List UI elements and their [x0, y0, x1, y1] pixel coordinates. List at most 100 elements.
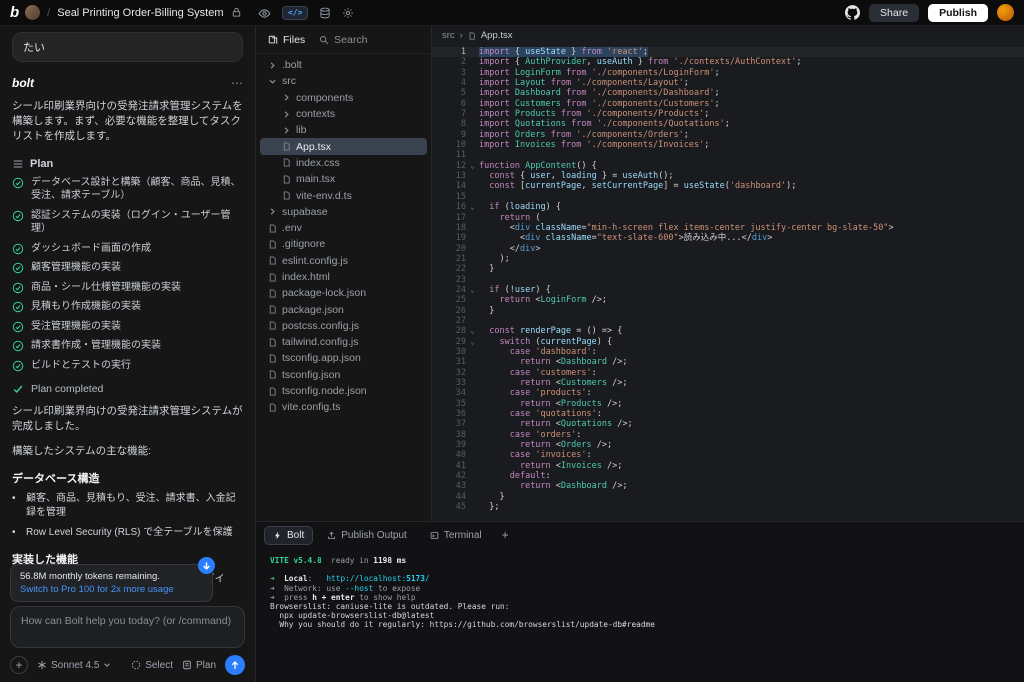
project-title[interactable]: Seal Printing Order-Billing System	[57, 7, 223, 19]
attach-plus-button[interactable]: +	[10, 656, 28, 674]
code-line-3[interactable]: 3import LoginForm from './components/Log…	[432, 68, 1024, 78]
tab-search[interactable]: Search	[319, 34, 367, 46]
code-line-26[interactable]: 26 }	[432, 306, 1024, 316]
share-button[interactable]: Share	[869, 4, 919, 22]
terminal-output[interactable]: VITE v5.4.8 ready in 1198 ms ➜ Local: ht…	[256, 548, 1024, 682]
select-mode-button[interactable]: Select	[131, 660, 173, 671]
folder-supabase[interactable]: supabase	[260, 204, 427, 220]
upgrade-link[interactable]: Switch to Pro 100 for 2x more usage	[20, 584, 203, 595]
bolt-logo[interactable]: b	[10, 4, 18, 21]
file-tsconfig.node.json[interactable]: tsconfig.node.json	[260, 383, 427, 399]
code-line-24[interactable]: 24⌄ if (!user) {	[432, 285, 1024, 295]
model-selector[interactable]: Sonnet 4.5	[37, 660, 111, 671]
code-line-19[interactable]: 19 <div className="text-slate-600">読み込み中…	[432, 233, 1024, 243]
file-tailwind.config.js[interactable]: tailwind.config.js	[260, 334, 427, 350]
code-line-30[interactable]: 30 case 'dashboard':	[432, 347, 1024, 357]
code-line-18[interactable]: 18 <div className="min-h-screen flex ite…	[432, 223, 1024, 233]
user-avatar[interactable]	[997, 4, 1014, 21]
code-line-20[interactable]: 20 </div>	[432, 244, 1024, 254]
file-eslint.config.js[interactable]: eslint.config.js	[260, 253, 427, 269]
code-line-29[interactable]: 29⌄ switch (currentPage) {	[432, 337, 1024, 347]
folder-.bolt[interactable]: .bolt	[260, 57, 427, 73]
folder-src[interactable]: src	[260, 73, 427, 89]
file-index.html[interactable]: index.html	[260, 269, 427, 285]
github-icon[interactable]	[845, 5, 860, 20]
preview-eye-icon[interactable]	[258, 7, 271, 20]
code-line-45[interactable]: 45 };	[432, 502, 1024, 512]
code-line-16[interactable]: 16⌄ if (loading) {	[432, 202, 1024, 212]
code-line-5[interactable]: 5import Dashboard from './components/Das…	[432, 88, 1024, 98]
tab-files[interactable]: Files	[268, 34, 305, 46]
code-line-12[interactable]: 12⌄function AppContent() {	[432, 161, 1024, 171]
code-line-15[interactable]: 15	[432, 192, 1024, 202]
publish-button[interactable]: Publish	[928, 4, 988, 22]
breadcrumb-file[interactable]: App.tsx	[481, 30, 513, 41]
code-line-14[interactable]: 14 const [currentPage, setCurrentPage] =…	[432, 181, 1024, 191]
file-postcss.config.js[interactable]: postcss.config.js	[260, 318, 427, 334]
file-tsconfig.app.json[interactable]: tsconfig.app.json	[260, 350, 427, 366]
file-package.json[interactable]: package.json	[260, 301, 427, 317]
code-line-4[interactable]: 4import Layout from './components/Layout…	[432, 78, 1024, 88]
plan-mode-button[interactable]: Plan	[182, 660, 216, 671]
send-button[interactable]	[225, 655, 245, 675]
scroll-to-bottom-button[interactable]	[198, 557, 215, 574]
code-line-6[interactable]: 6import Customers from './components/Cus…	[432, 99, 1024, 109]
chat-input[interactable]: How can Bolt help you today? (or /comman…	[10, 606, 245, 648]
code-line-41[interactable]: 41 return <Invoices />;	[432, 461, 1024, 471]
plan-header[interactable]: Plan	[12, 158, 243, 170]
code-line-44[interactable]: 44 }	[432, 492, 1024, 502]
code-line-9[interactable]: 9import Orders from './components/Orders…	[432, 130, 1024, 140]
folder-lib[interactable]: lib	[260, 122, 427, 138]
fold-chevron-icon[interactable]: ⌄	[466, 202, 479, 212]
folder-components[interactable]: components	[260, 90, 427, 106]
code-line-39[interactable]: 39 return <Orders />;	[432, 440, 1024, 450]
file-main.tsx[interactable]: main.tsx	[260, 171, 427, 187]
code-line-23[interactable]: 23	[432, 275, 1024, 285]
code-line-28[interactable]: 28⌄ const renderPage = () => {	[432, 326, 1024, 336]
code-line-7[interactable]: 7import Products from './components/Prod…	[432, 109, 1024, 119]
file-.env[interactable]: .env	[260, 220, 427, 236]
file-.gitignore[interactable]: .gitignore	[260, 236, 427, 252]
code-line-25[interactable]: 25 return <LoginForm />;	[432, 295, 1024, 305]
code-line-32[interactable]: 32 case 'customers':	[432, 368, 1024, 378]
fold-chevron-icon[interactable]: ⌄	[466, 326, 479, 336]
tab-publish-output[interactable]: Publish Output	[318, 526, 416, 545]
code-view-toggle[interactable]: </>	[282, 6, 308, 20]
code-line-27[interactable]: 27	[432, 316, 1024, 326]
code-line-36[interactable]: 36 case 'quotations':	[432, 409, 1024, 419]
fold-chevron-icon[interactable]: ⌄	[466, 161, 479, 171]
code-line-37[interactable]: 37 return <Quotations />;	[432, 419, 1024, 429]
file-tsconfig.json[interactable]: tsconfig.json	[260, 367, 427, 383]
file-vite.config.ts[interactable]: vite.config.ts	[260, 399, 427, 415]
fold-chevron-icon[interactable]: ⌄	[466, 285, 479, 295]
code-line-11[interactable]: 11	[432, 150, 1024, 160]
code-line-21[interactable]: 21 );	[432, 254, 1024, 264]
file-vite-env.d.ts[interactable]: vite-env.d.ts	[260, 187, 427, 203]
chat-scroll-area[interactable]: たい bolt ⋯ シール印刷業界向けの受発注請求管理システムを構築します。まず…	[0, 26, 255, 598]
tab-bolt[interactable]: Bolt	[264, 526, 313, 545]
code-line-35[interactable]: 35 return <Products />;	[432, 399, 1024, 409]
message-menu-icon[interactable]: ⋯	[231, 76, 243, 90]
code-line-42[interactable]: 42 default:	[432, 471, 1024, 481]
fold-chevron-icon[interactable]: ⌄	[466, 337, 479, 347]
code-line-38[interactable]: 38 case 'orders':	[432, 430, 1024, 440]
database-icon[interactable]	[319, 7, 331, 19]
file-App.tsx[interactable]: App.tsx	[260, 138, 427, 154]
code-line-22[interactable]: 22 }	[432, 264, 1024, 274]
code-line-17[interactable]: 17 return (	[432, 213, 1024, 223]
code-line-40[interactable]: 40 case 'invoices':	[432, 450, 1024, 460]
breadcrumb-src[interactable]: src	[442, 30, 455, 41]
add-terminal-button[interactable]: +	[496, 528, 515, 542]
code-line-31[interactable]: 31 return <Dashboard />;	[432, 357, 1024, 367]
code-line-13[interactable]: 13 const { user, loading } = useAuth();	[432, 171, 1024, 181]
code-line-43[interactable]: 43 return <Dashboard />;	[432, 481, 1024, 491]
code-area[interactable]: 1import { useState } from 'react';2impor…	[432, 45, 1024, 521]
settings-gear-icon[interactable]	[342, 7, 354, 19]
code-line-10[interactable]: 10import Invoices from './components/Inv…	[432, 140, 1024, 150]
code-line-34[interactable]: 34 case 'products':	[432, 388, 1024, 398]
tab-terminal[interactable]: Terminal	[421, 526, 491, 545]
file-package-lock.json[interactable]: package-lock.json	[260, 285, 427, 301]
code-line-33[interactable]: 33 return <Customers />;	[432, 378, 1024, 388]
file-index.css[interactable]: index.css	[260, 155, 427, 171]
code-line-8[interactable]: 8import Quotations from './components/Qu…	[432, 119, 1024, 129]
